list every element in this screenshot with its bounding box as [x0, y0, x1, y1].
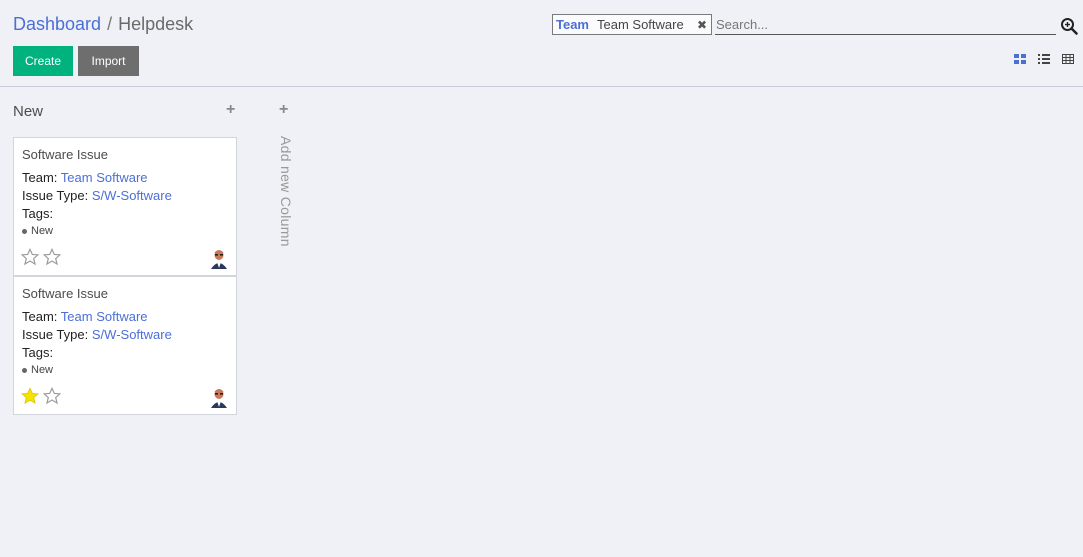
star-empty-icon[interactable] — [21, 248, 39, 266]
kanban-card[interactable]: Software Issue Team: Team Software Issue… — [13, 137, 237, 276]
card-issue-type-row: Issue Type: S/W-Software — [22, 188, 172, 203]
issue-type-label: Issue Type: — [22, 327, 89, 342]
add-column-label[interactable]: Add new Column — [278, 136, 294, 247]
add-column-icon[interactable]: + — [279, 101, 288, 119]
stage-label: New — [31, 225, 54, 237]
search-facet-team[interactable]: Team Team Software ✖ — [552, 14, 712, 35]
card-title: Software Issue — [22, 147, 108, 162]
search-bar: Team Team Software ✖ — [552, 14, 1056, 35]
breadcrumb-dashboard-link[interactable]: Dashboard — [13, 14, 101, 34]
star-empty-icon[interactable] — [43, 248, 61, 266]
control-panel: Dashboard / Helpdesk Create Import Team Te… — [0, 0, 1083, 87]
stage-badge: New — [22, 225, 53, 237]
team-link[interactable]: Team Software — [61, 309, 148, 324]
team-label: Team: — [22, 309, 58, 324]
issue-type-label: Issue Type: — [22, 188, 89, 203]
stage-dot-icon — [22, 228, 27, 234]
stage-badge: New — [22, 364, 53, 376]
assignee-avatar[interactable] — [210, 388, 228, 408]
column-title: New — [13, 103, 44, 120]
card-tags-row: Tags: — [22, 206, 53, 221]
card-title: Software Issue — [22, 286, 108, 301]
tags-label: Tags: — [22, 345, 54, 360]
kanban-view-icon[interactable] — [1013, 52, 1027, 66]
facet-remove-icon[interactable]: ✖ — [697, 18, 707, 32]
priority-widget — [21, 387, 61, 405]
star-filled-icon[interactable] — [21, 387, 39, 405]
search-input[interactable] — [715, 14, 1056, 35]
create-button[interactable]: Create — [13, 46, 73, 76]
stage-label: New — [31, 364, 54, 376]
search-icon[interactable] — [1060, 17, 1078, 35]
tags-label: Tags: — [22, 206, 54, 221]
breadcrumb: Dashboard / Helpdesk — [13, 13, 193, 35]
assignee-avatar[interactable] — [210, 249, 228, 269]
star-empty-icon[interactable] — [43, 387, 61, 405]
card-issue-type-row: Issue Type: S/W-Software — [22, 327, 172, 342]
card-team-row: Team: Team Software — [22, 309, 148, 324]
breadcrumb-separator: / — [107, 14, 113, 34]
priority-widget — [21, 248, 61, 266]
card-tags-row: Tags: — [22, 345, 53, 360]
grid-view-icon[interactable] — [1061, 52, 1075, 66]
kanban-card[interactable]: Software Issue Team: Team Software Issue… — [13, 276, 237, 415]
facet-value: Team Software — [597, 17, 684, 32]
team-label: Team: — [22, 170, 58, 185]
card-team-row: Team: Team Software — [22, 170, 148, 185]
issue-type-link[interactable]: S/W-Software — [92, 188, 172, 203]
import-button[interactable]: Import — [78, 46, 139, 76]
facet-category: Team — [556, 17, 589, 32]
stage-dot-icon — [22, 367, 27, 373]
page-title: Helpdesk — [118, 14, 194, 34]
column-quick-create-icon[interactable]: + — [226, 101, 235, 119]
list-view-icon[interactable] — [1037, 52, 1051, 66]
issue-type-link[interactable]: S/W-Software — [92, 327, 172, 342]
team-link[interactable]: Team Software — [61, 170, 148, 185]
